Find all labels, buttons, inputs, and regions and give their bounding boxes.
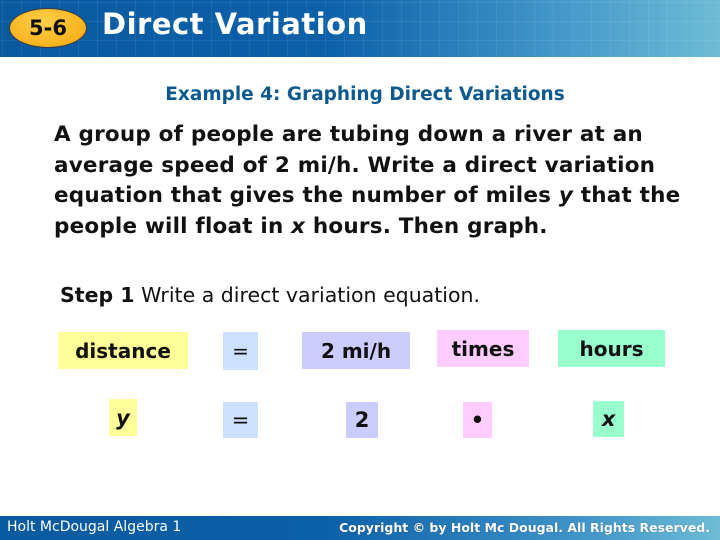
word-equals: = [223, 332, 258, 370]
word-distance: distance [58, 332, 188, 369]
word-times: times [437, 330, 529, 367]
variable-x: x [291, 213, 306, 239]
symbol-two: 2 [346, 402, 378, 438]
step-label: Step 1 [60, 283, 135, 307]
copyright-notice: Copyright © by Holt Mc Dougal. All Right… [339, 520, 710, 535]
publisher-label: Holt McDougal Algebra 1 [7, 519, 182, 535]
word-rate: 2 mi/h [302, 332, 410, 369]
step-text: Write a direct variation equation. [134, 283, 481, 307]
lesson-badge: 5-6 [10, 9, 86, 47]
symbol-equals: = [223, 402, 258, 438]
symbol-x: x [593, 401, 624, 437]
lesson-number: 5-6 [29, 16, 67, 40]
word-hours: hours [558, 330, 665, 367]
symbol-times-dot: • [463, 402, 492, 438]
slide-header: 5-6 Direct Variation [0, 0, 720, 57]
example-title: Example 4: Graphing Direct Variations [165, 84, 565, 105]
problem-statement: A group of people are tubing down a rive… [54, 120, 714, 242]
slide-footer: Holt McDougal Algebra 1 Copyright © by H… [0, 516, 720, 540]
variable-y: y [558, 183, 574, 208]
step-1: Step 1 Write a direct variation equation… [60, 283, 480, 307]
problem-text-3: hours. Then graph. [305, 213, 548, 239]
lesson-title: Direct Variation [102, 7, 368, 41]
symbol-y: y [109, 399, 137, 436]
